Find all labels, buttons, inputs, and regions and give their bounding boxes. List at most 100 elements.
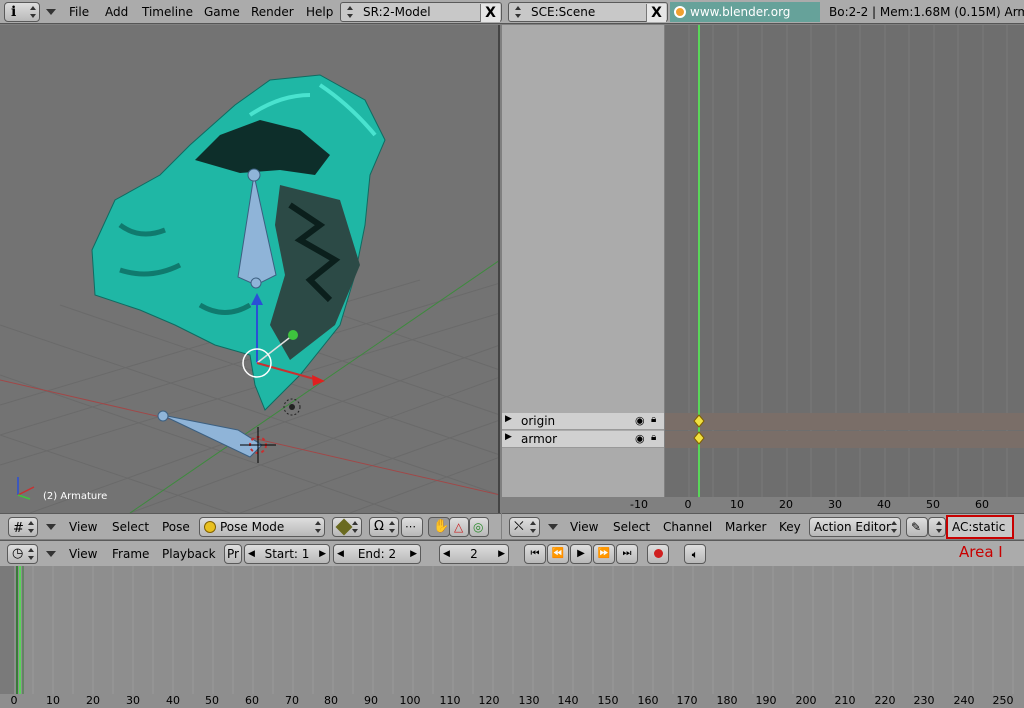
collapse-menu-icon[interactable] xyxy=(46,9,56,15)
scene-selector[interactable]: SCE:Scene X xyxy=(508,2,668,22)
ruler-tick: 170 xyxy=(676,694,698,707)
keyframe-area[interactable] xyxy=(665,25,1024,500)
expand-triangle-icon[interactable]: ▶ xyxy=(505,414,512,424)
menu-key[interactable]: Key xyxy=(779,517,801,537)
action-editor[interactable]: ▶ origin ◉ 🔒︎ ▶ armor ◉ 🔒︎ xyxy=(502,25,1024,513)
pin-icon: ✎ xyxy=(911,520,922,534)
pin-button[interactable]: ✎ xyxy=(906,517,928,537)
frame-range-shade xyxy=(0,566,14,694)
preview-range-button[interactable]: Pr xyxy=(224,544,242,564)
screen-selector[interactable]: SR:2-Model X xyxy=(340,2,502,22)
menu-select[interactable]: Select xyxy=(613,517,650,537)
updown-arrows-icon xyxy=(530,521,536,533)
menu-playback[interactable]: Playback xyxy=(162,544,216,564)
collapse-menu-icon[interactable] xyxy=(46,551,56,557)
channel-row-origin[interactable]: ▶ origin ◉ 🔒︎ xyxy=(502,413,664,430)
scale-manipulator-button[interactable]: ◎ xyxy=(469,517,489,537)
snap-toggle-button[interactable]: ⋯ xyxy=(401,517,423,537)
play-button[interactable]: ▶ xyxy=(570,544,592,564)
grid-icon: # xyxy=(13,521,24,536)
blender-url[interactable]: www.blender.org 247.1 xyxy=(670,2,820,39)
menu-pose[interactable]: Pose xyxy=(162,517,190,537)
info-icon: i xyxy=(11,4,17,20)
ruler-tick: 130 xyxy=(518,694,540,707)
timeline-area[interactable]: 0 10 20 30 40 50 60 70 80 90 100 110 120… xyxy=(0,566,1024,708)
editor-mode-dropdown[interactable]: Action Editor xyxy=(809,517,901,537)
expand-triangle-icon[interactable]: ▶ xyxy=(505,432,512,442)
info-header: i File Add Timeline Game Render Help SR:… xyxy=(0,0,1024,39)
screen-name: SR:2-Model xyxy=(363,5,431,19)
left-arrow-icon[interactable]: ◀ xyxy=(248,545,255,563)
lock-icon[interactable]: 🔒︎ xyxy=(651,432,656,443)
menu-view[interactable]: View xyxy=(69,544,97,564)
menu-render[interactable]: Render xyxy=(251,2,294,22)
right-arrow-icon[interactable]: ▶ xyxy=(319,545,326,563)
ruler-tick: 250 xyxy=(992,694,1014,707)
editor-type-button[interactable]: i xyxy=(4,2,40,22)
eye-icon[interactable]: ◉ xyxy=(635,432,645,445)
circle-icon: ◎ xyxy=(473,520,484,534)
right-arrow-icon[interactable]: ▶ xyxy=(410,545,417,563)
record-button[interactable] xyxy=(647,544,669,564)
action-name-field[interactable]: AC:static xyxy=(946,515,1014,539)
next-key-button[interactable]: ⏩ xyxy=(593,544,615,564)
jump-end-icon: ⏭ xyxy=(622,548,632,559)
menu-channel[interactable]: Channel xyxy=(663,517,712,537)
menu-game[interactable]: Game xyxy=(204,2,240,22)
clock-icon: ◷ xyxy=(12,546,24,561)
menu-timeline[interactable]: Timeline xyxy=(142,2,193,22)
record-icon xyxy=(653,549,663,558)
right-arrow-icon[interactable]: ▶ xyxy=(498,545,505,563)
channel-row-armor[interactable]: ▶ armor ◉ 🔒︎ xyxy=(502,431,664,448)
ruler-tick: 230 xyxy=(913,694,935,707)
left-arrow-icon[interactable]: ◀ xyxy=(337,545,344,563)
3d-viewport[interactable]: (2) Armature xyxy=(0,25,500,513)
timeline-ruler[interactable]: 0 10 20 30 40 50 60 70 80 90 100 110 120… xyxy=(0,694,1024,708)
ruler-tick: 180 xyxy=(716,694,738,707)
audio-sync-button[interactable]: 🔈︎ xyxy=(684,544,706,564)
ruler-tick: 140 xyxy=(557,694,579,707)
left-arrow-icon[interactable]: ◀ xyxy=(443,545,450,563)
menu-help[interactable]: Help xyxy=(306,2,333,22)
play-icon: ▶ xyxy=(577,548,585,559)
pivot-dropdown[interactable]: Ω xyxy=(369,517,399,537)
menu-view[interactable]: View xyxy=(69,517,97,537)
ruler-tick: 90 xyxy=(364,694,378,707)
manipulator-toggle-button[interactable]: ✋ xyxy=(428,517,450,537)
screen-delete-button[interactable]: X xyxy=(480,4,500,22)
eye-icon[interactable]: ◉ xyxy=(635,414,645,427)
updown-arrows-icon xyxy=(28,548,34,560)
editor-type-button[interactable]: ◷ xyxy=(7,544,38,564)
menu-select[interactable]: Select xyxy=(112,517,149,537)
jump-end-button[interactable]: ⏭ xyxy=(616,544,638,564)
pose-mode-icon xyxy=(204,521,216,533)
mode-dropdown[interactable]: Pose Mode xyxy=(199,517,325,537)
action-ruler[interactable]: -10 0 10 20 30 40 50 60 xyxy=(502,497,1024,513)
prev-key-button[interactable]: ⏪ xyxy=(547,544,569,564)
end-frame-field[interactable]: ◀ End: 2 ▶ xyxy=(333,544,421,564)
blender-logo-icon xyxy=(674,6,686,18)
collapse-menu-icon[interactable] xyxy=(548,524,558,530)
shading-dropdown[interactable] xyxy=(332,517,362,537)
menu-add[interactable]: Add xyxy=(105,2,128,22)
ruler-tick: 10 xyxy=(46,694,60,707)
menu-file[interactable]: File xyxy=(69,2,89,22)
menu-view[interactable]: View xyxy=(570,517,598,537)
ruler-tick: 60 xyxy=(245,694,259,707)
ruler-tick: 0 xyxy=(10,694,18,707)
3d-viewport-header: # View Select Pose Pose Mode Ω ⋯ ✋ △ ◎ xyxy=(0,513,501,539)
action-browse-button[interactable] xyxy=(928,517,946,537)
scene-delete-button[interactable]: X xyxy=(646,4,666,22)
collapse-menu-icon[interactable] xyxy=(46,524,56,530)
start-frame-field[interactable]: ◀ Start: 1 ▶ xyxy=(244,544,330,564)
jump-start-button[interactable]: ⏮ xyxy=(524,544,546,564)
menu-marker[interactable]: Marker xyxy=(725,517,766,537)
lock-icon[interactable]: 🔒︎ xyxy=(651,414,656,425)
editor-type-button[interactable]: ⛌ xyxy=(509,517,540,537)
menu-frame[interactable]: Frame xyxy=(112,544,149,564)
current-frame-field[interactable]: ◀ 2 ▶ xyxy=(439,544,509,564)
editor-type-button[interactable]: # xyxy=(8,517,38,537)
scene-stats: Bo:2-2 | Mem:1.68M (0.15M) Arm xyxy=(829,5,1024,19)
ruler-tick: 210 xyxy=(834,694,856,707)
rotate-manipulator-button[interactable]: △ xyxy=(449,517,469,537)
